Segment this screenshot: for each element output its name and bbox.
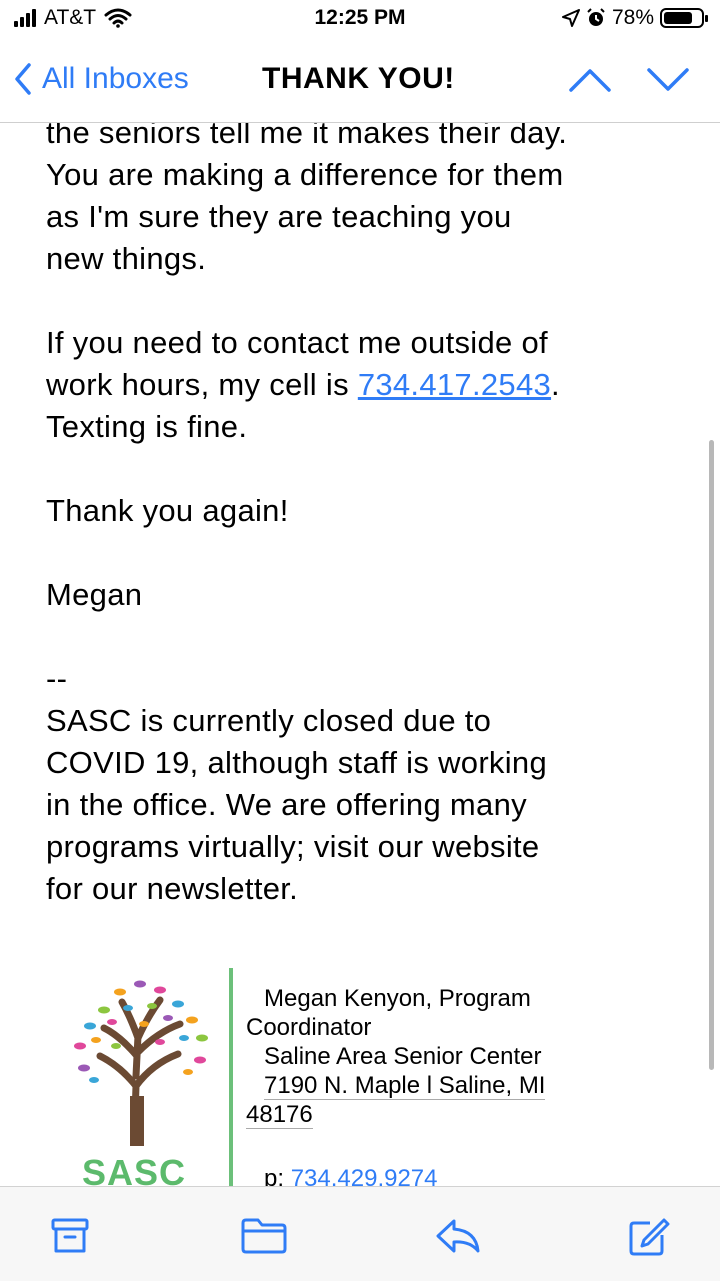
signature-separator: -- xyxy=(46,661,68,696)
reply-icon xyxy=(436,1219,480,1253)
tree-icon xyxy=(74,980,208,1150)
paragraph-2: If you need to contact me outside of wor… xyxy=(46,322,686,448)
reply-button[interactable] xyxy=(434,1217,482,1260)
folder-icon xyxy=(241,1218,287,1254)
archive-icon xyxy=(51,1218,89,1253)
back-button[interactable]: All Inboxes xyxy=(14,62,189,96)
text-line: work hours, my cell is xyxy=(46,367,358,402)
text-line: If you need to contact me outside of xyxy=(46,325,548,360)
text-line: for our newsletter. xyxy=(46,871,299,906)
battery-icon xyxy=(660,8,708,28)
signature-name: Megan Kenyon, Program xyxy=(264,985,531,1012)
alarm-icon xyxy=(587,8,605,26)
signature-address: 7190 N. Maple l Saline, MI xyxy=(264,1072,546,1100)
status-right: 78% xyxy=(561,6,708,30)
paragraph-3: Thank you again! xyxy=(46,493,289,528)
next-message-button[interactable] xyxy=(646,66,690,99)
signature-phone-prefix: p: xyxy=(264,1165,291,1186)
location-icon xyxy=(561,9,580,27)
chevron-down-icon xyxy=(647,68,689,91)
signature-title: Coordinator xyxy=(246,1014,372,1041)
text-period: . xyxy=(551,367,560,402)
bottom-toolbar xyxy=(0,1186,720,1281)
text-line: SASC is currently closed due to xyxy=(46,703,492,738)
closure-notice: SASC is currently closed due to COVID 19… xyxy=(46,700,686,910)
archive-button[interactable] xyxy=(50,1217,90,1260)
text-line: Texting is fine. xyxy=(46,409,248,444)
battery-percent: 78% xyxy=(611,6,654,29)
scrollbar[interactable] xyxy=(709,440,714,1070)
chevron-left-icon xyxy=(15,63,31,95)
back-label: All Inboxes xyxy=(42,62,189,95)
phone-link[interactable]: 734.417.2543 xyxy=(358,367,551,402)
logo-text: SASC xyxy=(82,1152,187,1186)
text-line: in the office. We are offering many xyxy=(46,787,527,822)
email-body[interactable]: the seniors tell me it makes their day. … xyxy=(0,122,720,1186)
previous-message-button[interactable] xyxy=(568,66,612,99)
email-signature: SASC Megan Kenyon, Program Coordinator S… xyxy=(0,968,720,1186)
text-line: COVID 19, although staff is working xyxy=(46,745,548,780)
signature-details: Megan Kenyon, Program Coordinator Saline… xyxy=(246,984,616,1186)
compose-button[interactable] xyxy=(628,1217,670,1262)
text-line: as I'm sure they are teaching you xyxy=(46,199,512,234)
email-subject: THANK YOU! xyxy=(262,62,455,95)
compose-icon xyxy=(629,1218,670,1256)
paragraph-1: the seniors tell me it makes their day. … xyxy=(46,122,686,280)
text-line: the seniors tell me it makes their day. xyxy=(46,122,568,150)
status-bar: AT&T 12:25 PM 78% xyxy=(0,0,720,40)
sasc-logo: SASC xyxy=(60,976,220,1186)
text-line: You are making a difference for them xyxy=(46,157,564,192)
signature-phone-link[interactable]: 734.429.9274 xyxy=(291,1165,438,1186)
nav-bar: All Inboxes THANK YOU! xyxy=(0,40,720,123)
battery-fill xyxy=(664,12,693,24)
text-line: programs virtually; visit our website xyxy=(46,829,540,864)
move-to-folder-button[interactable] xyxy=(240,1217,288,1260)
sender-signoff: Megan xyxy=(46,577,143,612)
text-line: new things. xyxy=(46,241,207,276)
chevron-up-icon xyxy=(569,69,611,92)
signature-divider xyxy=(229,968,233,1186)
signature-zip: 48176 xyxy=(246,1101,313,1129)
signature-org: Saline Area Senior Center xyxy=(264,1043,542,1070)
